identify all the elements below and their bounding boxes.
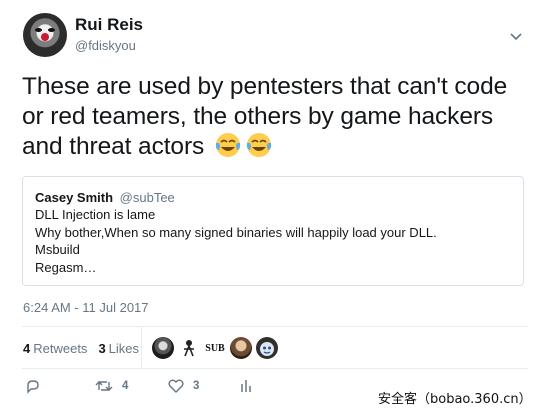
likers-list: SUB <box>152 337 282 359</box>
analytics-button[interactable] <box>240 378 252 394</box>
quoted-line: Why bother,When so many signed binaries … <box>35 224 437 240</box>
liker-avatar-4[interactable] <box>230 337 252 359</box>
avatar-eye-left <box>35 28 42 32</box>
retweet-button[interactable]: 4 <box>95 378 128 394</box>
watermark: 安全客（bobao.360.cn） <box>378 392 532 407</box>
liker-avatar-3[interactable]: SUB <box>204 337 226 359</box>
liker-avatar-5[interactable] <box>256 337 278 359</box>
likes-count: 3 <box>98 341 106 356</box>
tweet-text: These are used by pentesters that can't … <box>22 72 527 162</box>
retweets-count: 4 <box>23 341 31 356</box>
divider <box>22 326 528 327</box>
author-name[interactable]: Rui Reis <box>75 15 143 35</box>
quoted-tweet[interactable]: Casey Smith @subTee DLL Injection is lam… <box>22 176 524 286</box>
quoted-author-handle: @subTee <box>119 190 175 205</box>
liker-avatar-label: SUB <box>205 342 225 354</box>
heart-icon <box>168 379 184 393</box>
liker-avatar-1[interactable] <box>152 337 174 359</box>
like-count: 3 <box>193 380 200 392</box>
retweet-icon <box>95 381 113 391</box>
tweet-stats: 4 Retweets 3 Likes <box>23 341 150 356</box>
divider <box>22 368 528 369</box>
like-button[interactable]: 3 <box>168 378 199 394</box>
reply-button[interactable] <box>25 378 50 394</box>
avatar-nose <box>41 33 49 41</box>
tears-of-joy-emoji-icon <box>246 133 272 157</box>
liker-avatar-2[interactable] <box>178 337 200 359</box>
retweet-count: 4 <box>122 380 129 392</box>
retweets-stat[interactable]: 4 Retweets <box>23 341 87 356</box>
reply-icon <box>27 380 39 394</box>
liker-figure-icon <box>184 340 194 357</box>
quoted-line: Regasm… <box>35 259 97 275</box>
retweets-label: Retweets <box>33 341 88 356</box>
likes-label: Likes <box>108 341 140 356</box>
author-handle[interactable]: @fdiskyou <box>75 38 136 53</box>
tears-of-joy-emoji-icon <box>215 133 241 157</box>
chevron-down-icon[interactable] <box>509 29 523 43</box>
quoted-author-name: Casey Smith <box>35 190 114 205</box>
analytics-icon <box>241 380 251 392</box>
tweet-actions: 4 3 <box>22 378 272 402</box>
stats-separator <box>141 327 142 368</box>
quoted-line: DLL Injection is lame <box>35 207 156 222</box>
quoted-tweet-header: Casey Smith @subTee <box>35 190 511 206</box>
avatar-eye-right <box>48 28 55 32</box>
author-avatar[interactable] <box>23 13 67 57</box>
liker-face-icon <box>260 342 274 356</box>
quoted-line: Msbuild <box>35 242 80 257</box>
tweet-timestamp[interactable]: 6:24 AM - 11 Jul 2017 <box>23 300 149 315</box>
likes-stat[interactable]: 3 Likes <box>98 341 139 356</box>
